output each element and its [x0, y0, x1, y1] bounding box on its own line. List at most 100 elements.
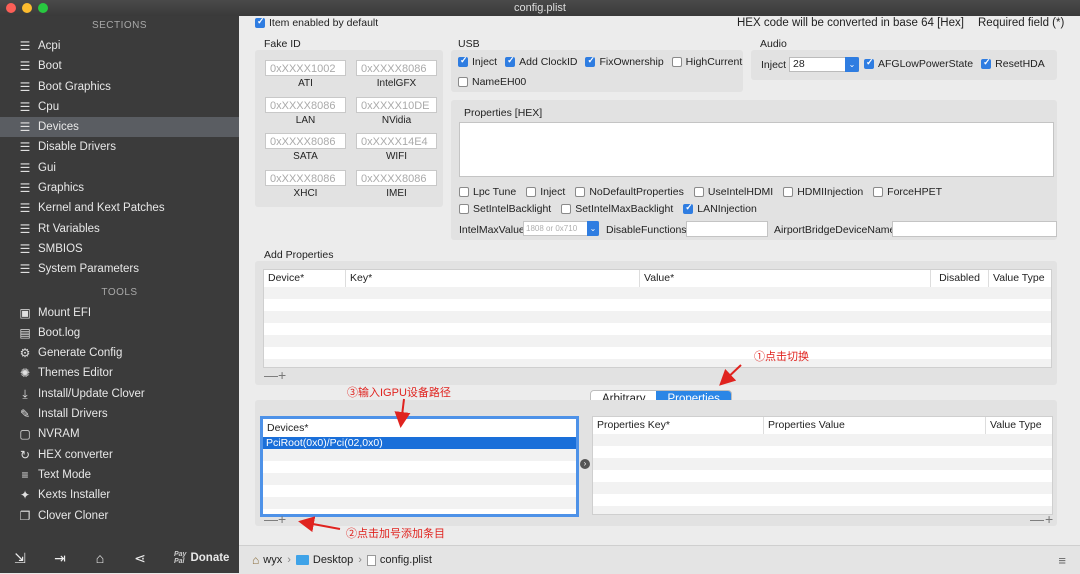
list-icon: ☰ [19, 99, 31, 114]
sidebar-item-label: HEX converter [38, 448, 113, 461]
document-icon: ▤ [19, 325, 31, 340]
list-icon: ☰ [19, 181, 31, 196]
sidebar-item-label: Install Drivers [38, 408, 108, 421]
paypal-icon: Pay Pal [174, 551, 187, 565]
sidebar-item-disable-drivers[interactable]: ☰ Disable Drivers [0, 137, 239, 157]
file-icon [366, 554, 376, 566]
devices-pane: Item enabled by default HEX code will be… [239, 16, 1080, 545]
sections-list: ☰ Acpi ☰ Boot ☰ Boot Graphics ☰ Cpu ☰ Devices ☰ Dis… [0, 36, 239, 280]
breadcrumb-user[interactable]: wyx [263, 554, 282, 566]
list-icon: ☰ [19, 120, 31, 135]
copy-icon: ❐ [19, 508, 31, 523]
sidebar-item-gui[interactable]: ☰ Gui [0, 158, 239, 178]
text-lines-icon: ≡ [21, 467, 29, 482]
sidebar-item-label: Generate Config [38, 347, 123, 360]
sections-heading: SECTIONS [91, 20, 148, 31]
path-bar: ⌂ wyx › Desktop › config.plist ≡ [239, 545, 1080, 574]
sidebar-item-label: Boot Graphics [38, 80, 111, 93]
sidebar-item-kernel-and-kext-patches[interactable]: ☰ Kernel and Kext Patches [0, 198, 239, 218]
disk-icon: ▣ [19, 305, 31, 320]
open-config-icon[interactable]: ⇲ [0, 550, 40, 567]
sidebar-item-mount-efi[interactable]: ▣ Mount EFI [0, 303, 239, 323]
sidebar-item-label: Install/Update Clover [38, 387, 145, 400]
download-icon: ⤓ [22, 386, 28, 401]
arrow-to-properties-tab [719, 364, 742, 386]
folder-icon [295, 555, 309, 565]
sidebar-item-label: Text Mode [38, 468, 92, 481]
sidebar-item-boot[interactable]: ☰ Boot [0, 56, 239, 76]
sidebar-item-label: Clover Cloner [38, 509, 109, 522]
sidebar-item-clover-cloner[interactable]: ❐ Clover Cloner [0, 506, 239, 526]
sidebar-item-generate-config[interactable]: ⚙ Generate Config [0, 343, 239, 363]
sidebar-item-acpi[interactable]: ☰ Acpi [0, 36, 239, 56]
wrench-icon: ✎ [19, 407, 31, 422]
list-icon: ☰ [19, 241, 31, 256]
puzzle-icon: ✦ [19, 488, 31, 503]
palette-icon: ✺ [19, 366, 31, 381]
share-icon[interactable]: ⋖ [120, 550, 160, 567]
sidebar-item-smbios[interactable]: ☰ SMBIOS [0, 239, 239, 259]
chip-icon: ▢ [19, 427, 31, 442]
sidebar-item-label: Acpi [38, 40, 61, 52]
sidebar-item-devices[interactable]: ☰ Devices [0, 117, 239, 138]
sidebar-item-graphics[interactable]: ☰ Graphics [0, 178, 239, 198]
sidebar-item-text-mode[interactable]: ≡ Text Mode [0, 465, 239, 485]
sidebar-item-boot-log[interactable]: ▤ Boot.log [0, 323, 239, 343]
sidebar-item-label: Rt Variables [38, 222, 100, 235]
home-icon[interactable]: ⌂ [80, 550, 120, 566]
zoom-window-button[interactable] [38, 3, 48, 13]
tools-heading: TOOLS [101, 286, 138, 298]
list-icon: ☰ [19, 140, 31, 155]
sidebar-item-nvram[interactable]: ▢ NVRAM [0, 424, 239, 444]
arrow-to-devices-table [394, 398, 411, 428]
sidebar-item-hex-converter[interactable]: ↻ HEX converter [0, 445, 239, 465]
sidebar-item-themes-editor[interactable]: ✺ Themes Editor [0, 363, 239, 383]
sidebar: SECTIONS ☰ Acpi ☰ Boot ☰ Boot Graphics ☰ Cpu ☰ De… [0, 16, 239, 573]
list-icon: ☰ [19, 160, 31, 175]
sidebar-item-kexts-installer[interactable]: ✦ Kexts Installer [0, 485, 239, 505]
sidebar-item-cpu[interactable]: ☰ Cpu [0, 97, 239, 117]
close-window-button[interactable] [6, 3, 16, 13]
sidebar-item-label: System Parameters [38, 263, 139, 276]
sidebar-item-label: NVRAM [38, 428, 80, 441]
traffic-lights [6, 3, 48, 13]
sidebar-item-install-update-clover[interactable]: ⤓ Install/Update Clover [0, 384, 239, 404]
gears-icon: ⚙ [19, 346, 31, 361]
home-folder-icon: ⌂ [252, 553, 260, 567]
sidebar-item-label: Kernel and Kext Patches [38, 202, 165, 215]
sidebar-item-rt-variables[interactable]: ☰ Rt Variables [0, 219, 239, 239]
list-icon: ☰ [19, 59, 31, 74]
tools-list: ▣ Mount EFI ▤ Boot.log ⚙ Generate Config ✺ Them… [0, 303, 239, 526]
annotation-arrows [298, 364, 742, 533]
list-icon: ☰ [19, 79, 31, 94]
sidebar-item-boot-graphics[interactable]: ☰ Boot Graphics [0, 77, 239, 97]
sidebar-bottom-bar: ⇲ ⇥ ⌂ ⋖ Pay Pal Donate [0, 543, 239, 573]
window-titlebar: config.plist [0, 0, 1080, 16]
list-icon: ☰ [19, 262, 31, 277]
sidebar-item-label: Boot [38, 60, 62, 73]
sidebar-item-label: Kexts Installer [38, 489, 111, 502]
export-icon[interactable]: ⇥ [40, 550, 80, 567]
list-icon: ☰ [19, 39, 31, 53]
arrow-to-plus-button [298, 516, 341, 533]
sidebar-item-label: Graphics [38, 182, 85, 195]
breadcrumb-file[interactable]: config.plist [380, 554, 432, 566]
list-icon: ☰ [19, 201, 31, 216]
sidebar-item-label: Gui [38, 161, 56, 174]
menu-lines-icon[interactable]: ≡ [1058, 553, 1066, 568]
window-title: config.plist [514, 2, 566, 14]
sidebar-item-label: Mount EFI [38, 306, 92, 319]
refresh-icon: ↻ [19, 447, 31, 462]
donate-label: Donate [190, 552, 230, 564]
sidebar-item-install-drivers[interactable]: ✎ Install Drivers [0, 404, 239, 424]
minimize-window-button[interactable] [22, 3, 32, 13]
sidebar-item-system-parameters[interactable]: ☰ System Parameters [0, 259, 239, 279]
sidebar-item-label: SMBIOS [38, 242, 83, 255]
sidebar-item-label: Boot.log [38, 326, 81, 339]
sidebar-item-label: Disable Drivers [38, 141, 116, 154]
donate-button[interactable]: Pay Pal Donate [174, 551, 229, 565]
sidebar-item-label: Cpu [38, 100, 60, 113]
list-icon: ☰ [19, 221, 31, 236]
breadcrumb-folder[interactable]: Desktop [313, 554, 353, 566]
sidebar-item-label: Devices [38, 121, 79, 134]
